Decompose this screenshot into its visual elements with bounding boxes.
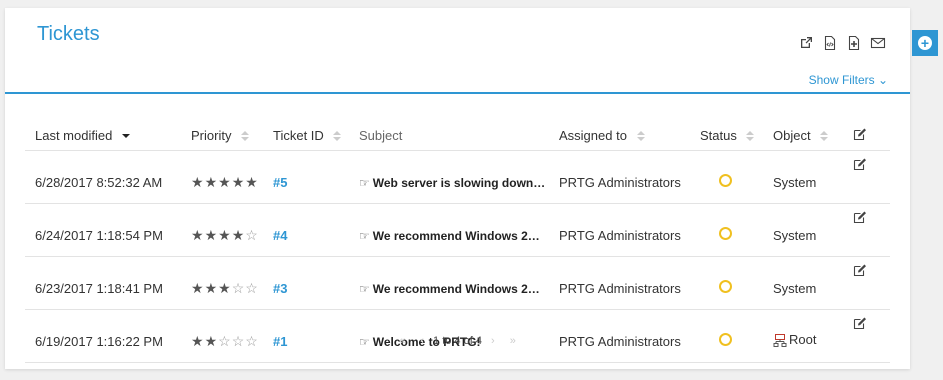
cell-priority: ★★★☆☆ xyxy=(181,256,263,310)
priority-stars-icon: ★★★★☆ xyxy=(191,226,259,243)
table-header-row: Last modified Priority Ticket ID Subject… xyxy=(25,120,890,151)
col-last-modified[interactable]: Last modified xyxy=(25,120,181,151)
status-open-icon xyxy=(719,227,732,240)
cell-status xyxy=(690,256,763,310)
priority-stars-icon: ★★★☆☆ xyxy=(191,279,259,296)
tickets-table: Last modified Priority Ticket ID Subject… xyxy=(25,120,890,363)
tickets-panel: Tickets Show Filters ⌄ Last modified Pri… xyxy=(5,8,910,369)
status-open-icon xyxy=(719,280,732,293)
cell-edit xyxy=(843,256,890,310)
plus-icon: + xyxy=(918,36,932,50)
sort-icon xyxy=(241,130,250,142)
pointing-hand-icon: ☞ xyxy=(359,281,370,296)
cell-subject: ☞ We recommend Windows 2… xyxy=(349,256,549,310)
cell-subject: ☞ Web server is slowing down… xyxy=(349,150,549,204)
sort-desc-icon xyxy=(121,133,130,139)
table-row[interactable]: 6/28/2017 8:52:32 AM ★★★★★ #5 ☞ Web server i… xyxy=(25,150,890,204)
edit-icon[interactable] xyxy=(853,264,867,280)
sort-icon xyxy=(746,130,755,142)
add-ticket-button[interactable]: + xyxy=(912,30,938,56)
cell-assigned-to: PRTG Administrators xyxy=(549,150,690,204)
pointing-hand-icon: ☞ xyxy=(359,175,370,190)
external-link-icon[interactable] xyxy=(798,35,814,51)
edit-icon[interactable] xyxy=(853,128,867,144)
ticket-subject-link[interactable]: ☞ We recommend Windows 2… xyxy=(359,229,540,243)
next-page-button[interactable]: › xyxy=(491,335,495,347)
cell-assigned-to: PRTG Administrators xyxy=(549,203,690,257)
ticket-id-link[interactable]: #4 xyxy=(273,228,287,243)
page-info: 1 to 4 of 4 xyxy=(433,335,482,347)
col-ticket-id[interactable]: Ticket ID xyxy=(263,120,349,151)
col-priority[interactable]: Priority xyxy=(181,120,263,151)
cell-edit xyxy=(843,150,890,204)
col-object[interactable]: Object xyxy=(763,120,843,151)
cell-ticket-id: #5 xyxy=(263,150,349,204)
status-open-icon xyxy=(719,174,732,187)
ticket-id-link[interactable]: #3 xyxy=(273,281,287,296)
ticket-id-link[interactable]: #5 xyxy=(273,175,287,190)
cell-object: System xyxy=(763,150,843,204)
sort-icon xyxy=(333,130,342,142)
col-status[interactable]: Status xyxy=(690,120,763,151)
edit-icon[interactable] xyxy=(853,317,867,333)
col-assigned-to[interactable]: Assigned to xyxy=(549,120,690,151)
cell-priority: ★★★★☆ xyxy=(181,203,263,257)
cell-ticket-id: #4 xyxy=(263,203,349,257)
cell-last-modified: 6/23/2017 1:18:41 PM xyxy=(25,256,181,310)
edit-icon[interactable] xyxy=(853,211,867,227)
show-filters-link[interactable]: Show Filters ⌄ xyxy=(809,73,888,87)
pointing-hand-icon: ☞ xyxy=(359,228,370,243)
header-divider xyxy=(5,92,910,94)
cell-last-modified: 6/28/2017 8:52:32 AM xyxy=(25,150,181,204)
pagination: « ‹ 1 to 4 of 4 › » xyxy=(5,335,910,347)
edit-icon[interactable] xyxy=(853,158,867,174)
col-subject: Subject xyxy=(349,120,549,151)
priority-stars-icon: ★★★★★ xyxy=(191,173,259,190)
first-page-button[interactable]: « xyxy=(399,335,405,347)
cell-subject: ☞ We recommend Windows 2… xyxy=(349,203,549,257)
ticket-subject-link[interactable]: ☞ Web server is slowing down… xyxy=(359,176,545,190)
cell-edit xyxy=(843,203,890,257)
sort-icon xyxy=(820,130,829,142)
cell-object: System xyxy=(763,203,843,257)
sort-icon xyxy=(636,130,645,142)
col-edit[interactable] xyxy=(843,120,890,151)
table-row[interactable]: 6/23/2017 1:18:41 PM ★★★☆☆ #3 ☞ We recommend… xyxy=(25,256,890,310)
prev-page-button[interactable]: ‹ xyxy=(420,335,424,347)
toolbar xyxy=(798,35,886,51)
email-icon[interactable] xyxy=(870,35,886,51)
cell-assigned-to: PRTG Administrators xyxy=(549,256,690,310)
cell-status xyxy=(690,203,763,257)
cell-ticket-id: #3 xyxy=(263,256,349,310)
page-title: Tickets xyxy=(37,23,100,45)
last-page-button[interactable]: » xyxy=(510,335,516,347)
ticket-subject-link[interactable]: ☞ We recommend Windows 2… xyxy=(359,282,540,296)
add-document-icon[interactable] xyxy=(846,35,862,51)
cell-priority: ★★★★★ xyxy=(181,150,263,204)
table-row[interactable]: 6/24/2017 1:18:54 PM ★★★★☆ #4 ☞ We recommend… xyxy=(25,203,890,257)
cell-last-modified: 6/24/2017 1:18:54 PM xyxy=(25,203,181,257)
cell-object: System xyxy=(763,256,843,310)
html-export-icon[interactable] xyxy=(822,35,838,51)
cell-status xyxy=(690,150,763,204)
